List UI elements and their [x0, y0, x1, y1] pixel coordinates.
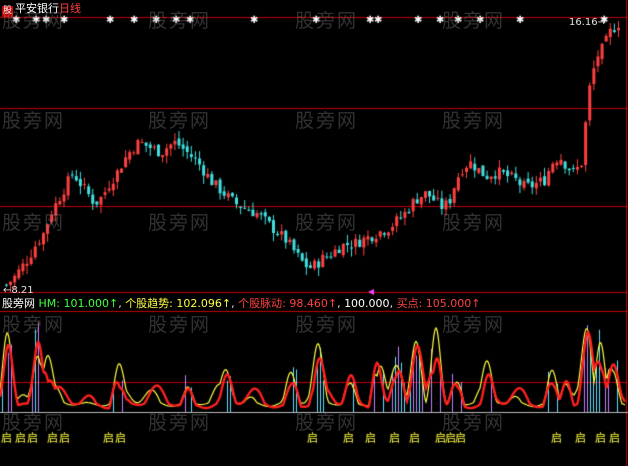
high-price-label: 16.16→ — [568, 17, 606, 28]
indicator-legend: 股旁网 HM: 101.000↑, 个股趋势: 102.096↑, 个股脉动: … — [2, 297, 481, 310]
indicator-name[interactable]: 股旁网 — [2, 297, 35, 310]
watermark: 股旁网 — [148, 110, 212, 132]
up-arrow-icon: ↑ — [221, 297, 232, 310]
watermark: 股旁网 — [295, 212, 359, 234]
pulse-value: 98.460 — [289, 297, 328, 310]
watermark: 股旁网 — [2, 212, 66, 234]
watermark: 股旁网 — [442, 10, 506, 32]
watermark: 股旁网 — [2, 314, 66, 336]
watermark: 股旁网 — [2, 110, 66, 132]
watermark: 股旁网 — [2, 10, 66, 32]
watermark: 股旁网 — [148, 212, 212, 234]
watermark: 股旁网 — [442, 412, 506, 434]
buy-value: 105.000 — [425, 297, 472, 310]
low-price-label: ←8.21 — [3, 285, 34, 296]
ref-value: 100.000 — [344, 297, 390, 310]
up-arrow-icon: ↑ — [471, 297, 481, 310]
watermark: 股旁网 — [442, 212, 506, 234]
up-arrow-icon: ↑ — [108, 297, 119, 310]
pulse-label: 个股脉动: — [238, 297, 286, 310]
watermark: 股旁网 — [295, 412, 359, 434]
up-arrow-icon: ↑ — [327, 297, 338, 310]
watermark: 股旁网 — [2, 412, 66, 434]
watermark: 股旁网 — [442, 110, 506, 132]
hm-value: 101.000 — [63, 297, 109, 310]
watermark: 股旁网 — [295, 314, 359, 336]
trend-label: 个股趋势: — [125, 297, 173, 310]
watermark: 股旁网 — [295, 10, 359, 32]
trend-value: 102.096 — [176, 297, 222, 310]
watermark: 股旁网 — [148, 314, 212, 336]
high-marker-icon: → — [597, 17, 606, 28]
buy-label: 买点: — [396, 297, 423, 310]
watermark: 股旁网 — [148, 10, 212, 32]
watermark: 股旁网 — [148, 412, 212, 434]
watermark: 股旁网 — [295, 110, 359, 132]
hm-label: HM: — [38, 297, 60, 310]
watermark: 股旁网 — [442, 314, 506, 336]
